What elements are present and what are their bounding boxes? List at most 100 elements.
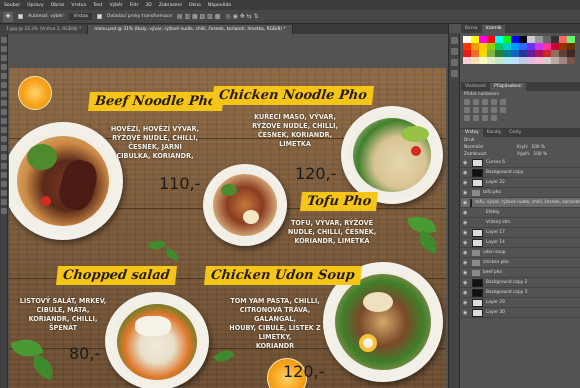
fill-value[interactable]: 100 %: [533, 152, 547, 157]
color-swatch[interactable]: [503, 43, 511, 50]
zoom-icon[interactable]: [1, 208, 7, 214]
layer-row[interactable]: ◉ Layer 30: [461, 308, 580, 318]
visibility-eye-icon[interactable]: ◉: [463, 210, 469, 216]
color-swatch[interactable]: [511, 36, 519, 43]
healing-icon[interactable]: [1, 91, 7, 97]
color-swatch[interactable]: [503, 36, 511, 43]
visibility-eye-icon[interactable]: ◉: [463, 160, 469, 166]
curves-icon[interactable]: [482, 99, 488, 105]
black-white-icon[interactable]: [482, 107, 488, 113]
color-balance-icon[interactable]: [473, 107, 479, 113]
type-icon[interactable]: [1, 172, 7, 178]
threshold-icon[interactable]: [482, 115, 488, 121]
blend-mode-dropdown[interactable]: Normální: [464, 145, 514, 150]
color-swatch[interactable]: [495, 36, 503, 43]
color-swatch[interactable]: [479, 57, 487, 64]
exposure-icon[interactable]: [491, 99, 497, 105]
color-swatch[interactable]: [559, 50, 567, 57]
color-swatch[interactable]: [527, 43, 535, 50]
layer-row[interactable]: ◉ Efekty: [461, 208, 580, 218]
color-swatch[interactable]: [527, 36, 535, 43]
color-swatch[interactable]: [471, 57, 479, 64]
move-icon[interactable]: [1, 37, 7, 43]
menu-okno[interactable]: Okno: [189, 3, 201, 8]
properties-icon[interactable]: [451, 48, 458, 55]
color-swatch[interactable]: [463, 57, 471, 64]
swatch-grid[interactable]: [463, 36, 579, 64]
menu-vyber[interactable]: Výběr: [109, 3, 122, 8]
visibility-eye-icon[interactable]: ◉: [463, 280, 469, 286]
color-swatch[interactable]: [463, 43, 471, 50]
brightness-icon[interactable]: [464, 99, 470, 105]
channel-mixer-icon[interactable]: [500, 107, 506, 113]
menu-text[interactable]: Text: [93, 3, 102, 8]
menu-document[interactable]: Beef Noodle Pho HOVĚZÍ, HOVĚZÍ VÝVAR, RÝ…: [9, 68, 446, 388]
color-swatch[interactable]: [511, 50, 519, 57]
gradient-icon[interactable]: [1, 136, 7, 142]
color-swatch[interactable]: [551, 57, 559, 64]
hue-saturation-icon[interactable]: [464, 107, 470, 113]
color-swatch[interactable]: [559, 43, 567, 50]
color-swatch[interactable]: [567, 36, 575, 43]
color-swatch[interactable]: [519, 50, 527, 57]
tab-1-jpg[interactable]: 1.jpg @ 33,3% (Vrstva 2, RGB/8) *: [0, 25, 89, 34]
visibility-eye-icon[interactable]: ◉: [463, 200, 467, 206]
visibility-eye-icon[interactable]: ◉: [463, 230, 469, 236]
color-swatch[interactable]: [559, 36, 567, 43]
color-swatch[interactable]: [535, 43, 543, 50]
color-swatch[interactable]: [543, 36, 551, 43]
color-swatch[interactable]: [519, 43, 527, 50]
layer-row[interactable]: ◉ Vržený stín: [461, 218, 580, 228]
clone-stamp-icon[interactable]: [1, 109, 7, 115]
visibility-eye-icon[interactable]: ◉: [463, 190, 469, 196]
eraser-icon[interactable]: [1, 127, 7, 133]
character-icon[interactable]: [451, 70, 458, 77]
tab-prizpusobeni[interactable]: Přizpůsobení: [490, 83, 526, 91]
color-swatch[interactable]: [567, 43, 575, 50]
layer-row[interactable]: ◉ beef pho: [461, 268, 580, 278]
layer-row[interactable]: ◉ Layer 29: [461, 298, 580, 308]
color-swatch[interactable]: [463, 50, 471, 57]
color-swatch[interactable]: [543, 57, 551, 64]
visibility-eye-icon[interactable]: ◉: [463, 250, 469, 256]
invert-icon[interactable]: [464, 115, 470, 121]
lasso-icon[interactable]: [1, 55, 7, 61]
canvas-area[interactable]: Beef Noodle Pho HOVĚZÍ, HOVĚZÍ VÝVAR, RÝ…: [9, 34, 447, 388]
visibility-eye-icon[interactable]: ◉: [463, 290, 469, 296]
color-swatch[interactable]: [487, 50, 495, 57]
tab-cesty[interactable]: Cesty: [505, 129, 525, 137]
color-swatch[interactable]: [551, 50, 559, 57]
color-swatch[interactable]: [535, 50, 543, 57]
color-swatch[interactable]: [559, 57, 567, 64]
autoselect-dropdown[interactable]: Vrstva: [69, 13, 92, 20]
color-swatch[interactable]: [567, 50, 575, 57]
layer-row[interactable]: ◉ Layer 22: [461, 178, 580, 188]
menu-soubor[interactable]: Soubor: [4, 3, 20, 8]
visibility-eye-icon[interactable]: ◉: [463, 180, 469, 186]
color-swatch[interactable]: [519, 36, 527, 43]
hand-icon[interactable]: [1, 199, 7, 205]
vibrance-icon[interactable]: [500, 99, 506, 105]
color-swatch[interactable]: [519, 57, 527, 64]
kind-filter-dropdown[interactable]: Druh: [464, 138, 475, 143]
layer-row[interactable]: ◉ Background copy 3: [461, 288, 580, 298]
color-swatch[interactable]: [495, 43, 503, 50]
dodge-icon[interactable]: [1, 154, 7, 160]
shape-icon[interactable]: [1, 190, 7, 196]
layer-row[interactable]: ◉ chicken pho: [461, 258, 580, 268]
color-swatch[interactable]: [567, 57, 575, 64]
color-swatch[interactable]: [527, 57, 535, 64]
color-swatch[interactable]: [503, 50, 511, 57]
visibility-eye-icon[interactable]: ◉: [463, 240, 469, 246]
layer-row[interactable]: ◉ tofu, vývar, rýžové nudle, chilli, česn…: [461, 198, 580, 208]
tab-vzornik[interactable]: Vzorník: [481, 25, 506, 33]
levels-icon[interactable]: [473, 99, 479, 105]
menu-obraz[interactable]: Obraz: [51, 3, 65, 8]
paragraph-icon[interactable]: [451, 59, 458, 66]
layer-row[interactable]: ◉ Background copy 2: [461, 278, 580, 288]
color-swatch[interactable]: [495, 57, 503, 64]
color-swatch[interactable]: [487, 43, 495, 50]
menu-napoveda[interactable]: Nápověda: [208, 3, 231, 8]
color-swatch[interactable]: [479, 36, 487, 43]
pen-icon[interactable]: [1, 163, 7, 169]
